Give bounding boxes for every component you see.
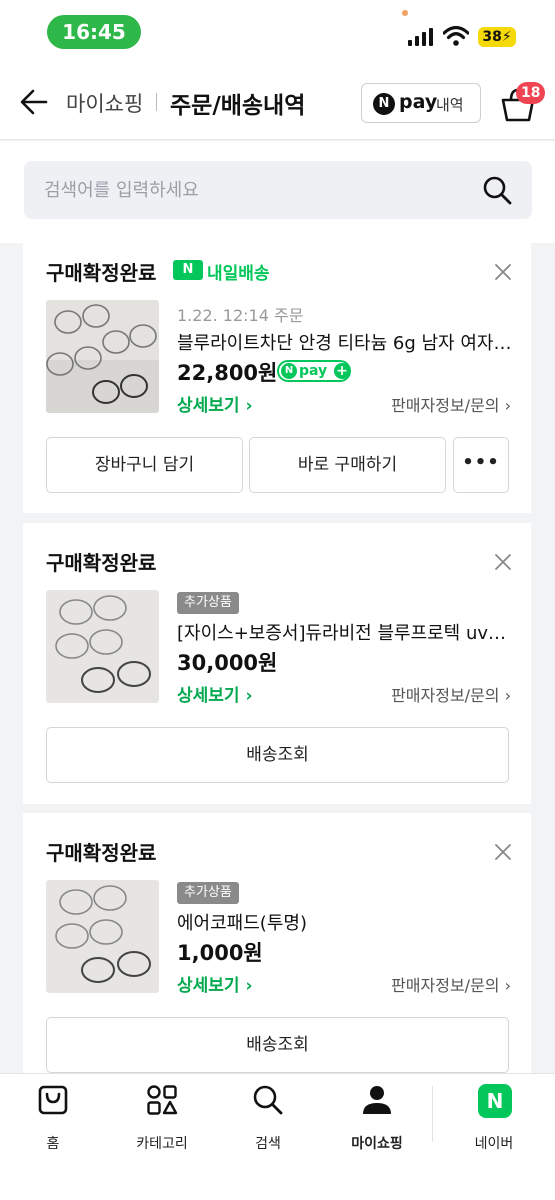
shopping-bag-icon xyxy=(38,1085,68,1115)
bottom-navigation: 홈 카테고리 검색 마이쇼핑 N 네이버 xyxy=(0,1073,555,1200)
product-price: 30,000원 xyxy=(177,651,278,675)
app-header: 마이쇼핑 주문/배송내역 N pay 내역 18 xyxy=(0,64,555,140)
npay-history-label: 내역 xyxy=(436,96,464,114)
wifi-icon xyxy=(443,25,469,46)
product-thumbnail[interactable] xyxy=(46,880,159,993)
close-icon[interactable] xyxy=(493,262,513,282)
naver-logo-icon: N xyxy=(478,1084,512,1118)
plus-icon: + xyxy=(334,363,350,379)
detail-link[interactable]: 상세보기 › xyxy=(177,971,252,996)
signal-icon xyxy=(408,28,433,46)
person-icon xyxy=(363,1086,391,1114)
extra-item-tag: 추가상품 xyxy=(177,592,239,614)
nav-naver-label: 네이버 xyxy=(474,1136,514,1152)
seller-info-link[interactable]: 판매자정보/문의 › xyxy=(391,682,511,706)
category-grid-icon xyxy=(147,1085,178,1115)
order-status: 구매확정완료 xyxy=(46,551,157,575)
nav-myshopping[interactable]: 마이쇼핑 xyxy=(332,1084,422,1154)
close-icon[interactable] xyxy=(493,552,513,572)
back-arrow-icon[interactable] xyxy=(20,89,48,115)
camera-indicator-icon xyxy=(402,10,408,16)
detail-link[interactable]: 상세보기 › xyxy=(177,391,252,416)
search-area xyxy=(0,141,555,243)
nav-category[interactable]: 카테고리 xyxy=(117,1084,207,1154)
status-time: 16:45 xyxy=(47,15,141,49)
order-list: 구매확정완료 N 내일배송 1.22. 12:14 주문 블루라이트차단 안경 … xyxy=(0,243,555,1073)
npay-logo-icon: N xyxy=(373,93,395,115)
order-card: 구매확정완료 추가상품 에어코패드(투명) 1,000원 상세보기 › 판매자정… xyxy=(23,813,531,1073)
product-name[interactable]: 블루라이트차단 안경 티타늄 6g 남자 여자 도수 안경테 xyxy=(177,329,512,355)
nav-category-label: 카테고리 xyxy=(136,1136,188,1152)
npay-plus-pay-text: pay xyxy=(299,363,328,379)
breadcrumb[interactable]: 마이쇼핑 xyxy=(66,88,143,118)
track-delivery-button[interactable]: 배송조회 xyxy=(46,727,509,783)
nav-search[interactable]: 검색 xyxy=(223,1084,313,1154)
seller-info-link[interactable]: 판매자정보/문의 › xyxy=(391,392,511,416)
nav-home[interactable]: 홈 xyxy=(8,1084,98,1154)
npay-pay-text: pay xyxy=(399,91,438,113)
more-options-button[interactable]: ••• xyxy=(453,437,509,493)
extra-item-tag: 추가상품 xyxy=(177,882,239,904)
product-thumbnail[interactable] xyxy=(46,590,159,703)
product-price: 22,800원 xyxy=(177,361,278,385)
cart-count-badge: 18 xyxy=(516,82,546,104)
add-to-cart-button[interactable]: 장바구니 담기 xyxy=(46,437,243,493)
delivery-badge-label: 내일배송 xyxy=(207,264,270,284)
product-name[interactable]: [자이스+보증서]듀라비전 블루프로텍 uv+ 렌즈 xyxy=(177,619,512,645)
order-date: 1.22. 12:14 주문 xyxy=(177,306,304,325)
nav-divider xyxy=(432,1086,433,1142)
product-price: 1,000원 xyxy=(177,941,263,965)
npay-plus-n-icon: N xyxy=(281,363,297,379)
order-card: 구매확정완료 추가상품 [자이스+보증서]듀라비전 블루프로텍 uv+ 렌즈 3… xyxy=(23,523,531,804)
nav-search-label: 검색 xyxy=(255,1136,281,1152)
nav-naver[interactable]: N 네이버 xyxy=(449,1084,539,1154)
buy-now-button[interactable]: 바로 구매하기 xyxy=(249,437,446,493)
seller-info-link[interactable]: 판매자정보/문의 › xyxy=(391,972,511,996)
breadcrumb-divider xyxy=(156,93,157,111)
search-icon[interactable] xyxy=(482,175,512,205)
search-icon xyxy=(253,1085,283,1115)
detail-link[interactable]: 상세보기 › xyxy=(177,681,252,706)
battery-level: 38 xyxy=(482,29,502,45)
product-name[interactable]: 에어코패드(투명) xyxy=(177,909,512,935)
nav-myshopping-label: 마이쇼핑 xyxy=(351,1136,403,1152)
order-status: 구매확정완료 xyxy=(46,261,157,285)
track-delivery-button[interactable]: 배송조회 xyxy=(46,1017,509,1073)
npay-history-button[interactable]: N pay 내역 xyxy=(361,83,481,123)
page-title: 주문/배송내역 xyxy=(170,93,306,119)
search-input[interactable] xyxy=(44,161,464,219)
naver-n-icon: N xyxy=(173,260,203,280)
status-bar: 16:45 38⚡ xyxy=(0,0,555,64)
npay-plus-badge: N pay + xyxy=(277,360,351,382)
product-thumbnail[interactable] xyxy=(46,300,159,413)
close-icon[interactable] xyxy=(493,842,513,862)
order-card: 구매확정완료 N 내일배송 1.22. 12:14 주문 블루라이트차단 안경 … xyxy=(23,243,531,513)
order-status: 구매확정완료 xyxy=(46,841,157,865)
nav-home-label: 홈 xyxy=(46,1136,60,1152)
battery-icon: 38⚡ xyxy=(478,27,516,47)
search-box xyxy=(24,161,532,219)
